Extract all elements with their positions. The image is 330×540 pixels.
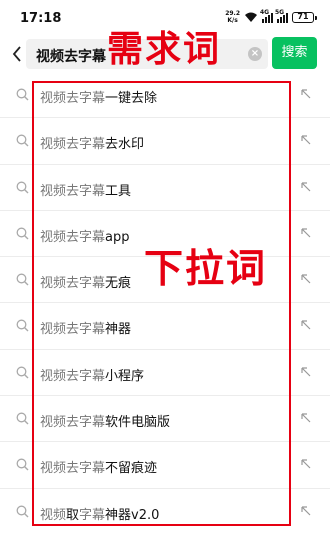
suggestion-text: 视频去字幕工具	[40, 180, 131, 199]
suggestion-item[interactable]: 视频去字幕工具	[0, 165, 330, 211]
network-speed: 29.2 K/s	[225, 10, 240, 24]
suggestion-highlight: 视频去字幕	[40, 322, 106, 338]
back-button[interactable]	[8, 42, 26, 66]
suggestion-item[interactable]: 视频去字幕一键去除	[0, 72, 330, 119]
suggestion-rest: 工具	[105, 183, 132, 199]
suggestion-item[interactable]: 视频去字幕软件电脑版	[0, 396, 330, 443]
fill-query-arrow-icon[interactable]	[300, 181, 312, 193]
suggestion-rest: 神器	[105, 322, 132, 338]
search-icon	[16, 458, 29, 471]
suggestion-highlight: 视频	[40, 507, 67, 523]
network-speed-value: 29.2	[225, 10, 240, 17]
search-icon	[16, 134, 29, 147]
suggestion-highlight: 视频去字幕	[40, 229, 106, 245]
fill-query-arrow-icon[interactable]	[300, 366, 312, 378]
suggestion-mismatch: 取	[66, 507, 80, 523]
suggestion-text: 视频去字幕无痕	[40, 272, 131, 291]
suggestion-text: 视频去字幕神器	[40, 318, 131, 337]
suggestion-rest: 软件电脑版	[105, 415, 171, 431]
search-button[interactable]: 搜索	[272, 37, 317, 69]
status-icons: 29.2 K/s 4G 5G 71	[225, 8, 317, 24]
suggestion-highlight: 视频去字幕	[40, 415, 106, 431]
suggestion-highlight: 视频去字幕	[40, 276, 106, 292]
suggestion-highlight-2: 字幕	[79, 507, 106, 523]
search-icon	[16, 181, 29, 194]
suggestion-rest: 神器v2.0	[105, 507, 160, 523]
fill-query-arrow-icon[interactable]	[300, 505, 312, 517]
fill-query-arrow-icon[interactable]	[300, 458, 312, 470]
search-icon	[16, 412, 29, 425]
fill-query-arrow-icon[interactable]	[300, 88, 312, 100]
network-speed-unit: K/s	[227, 17, 238, 24]
suggestion-item[interactable]: 视频去字幕神器	[0, 303, 330, 350]
cell-signal-1-label: 4G	[260, 8, 270, 16]
fill-query-arrow-icon[interactable]	[300, 227, 312, 239]
fill-query-arrow-icon[interactable]	[300, 319, 312, 331]
suggestion-text: 视频去字幕不留痕迹	[40, 457, 157, 476]
cell-signal-2-label: 5G	[275, 8, 285, 16]
suggestion-highlight: 视频去字幕	[40, 461, 106, 477]
suggestion-rest: 小程序	[105, 368, 145, 384]
suggestion-rest: 不留痕迹	[105, 461, 158, 477]
cell-signal-1-icon: 4G	[260, 8, 273, 23]
suggestion-rest: 去水印	[105, 137, 145, 153]
suggestion-highlight: 视频去字幕	[40, 368, 106, 384]
fill-query-arrow-icon[interactable]	[300, 134, 312, 146]
annotation-dropdown-word: 下拉词	[144, 247, 268, 292]
clear-icon[interactable]: ×	[248, 47, 262, 61]
suggestion-item[interactable]: 视频去字幕不留痕迹	[0, 442, 330, 489]
suggestion-highlight: 视频去字幕	[40, 183, 106, 199]
fill-query-arrow-icon[interactable]	[300, 273, 312, 285]
suggestion-item[interactable]: 视频去字幕去水印	[0, 118, 330, 165]
fill-query-arrow-icon[interactable]	[300, 412, 312, 424]
suggestion-text: 视频去字幕去水印	[40, 133, 144, 152]
suggestion-item[interactable]: 视频取字幕神器v2.0	[0, 489, 330, 535]
search-icon	[16, 505, 29, 518]
status-time: 17:18	[20, 11, 62, 26]
suggestion-item[interactable]: 视频去字幕小程序	[0, 350, 330, 397]
suggestion-rest: app	[105, 229, 130, 245]
search-icon	[16, 320, 29, 332]
suggestion-highlight: 视频去字幕	[40, 91, 106, 106]
search-icon	[16, 88, 29, 101]
wifi-icon	[245, 12, 257, 22]
cell-signal-2-icon: 5G	[275, 8, 288, 23]
suggestion-highlight: 视频去字幕	[40, 137, 106, 153]
search-query-text: 视频去字幕	[36, 49, 106, 65]
search-icon	[16, 366, 29, 379]
chevron-left-icon	[12, 46, 21, 62]
suggestion-text: 视频取字幕神器v2.0	[40, 504, 159, 523]
annotation-demand-word: 需求词	[107, 29, 222, 70]
suggestion-text: 视频去字幕软件电脑版	[40, 411, 170, 430]
suggestion-text: 视频去字幕app	[40, 226, 130, 245]
search-icon	[16, 273, 29, 286]
suggestion-text: 视频去字幕一键去除	[40, 87, 157, 106]
suggestion-text: 视频去字幕小程序	[40, 365, 144, 384]
suggestion-list: 视频去字幕一键去除 视频去字幕去水印 视频去字幕工具 视频去字幕app 视频去字…	[0, 72, 330, 535]
suggestion-rest: 一键去除	[105, 91, 158, 106]
battery-icon: 71	[292, 11, 317, 23]
search-icon	[16, 227, 29, 240]
suggestion-rest: 无痕	[105, 276, 132, 292]
